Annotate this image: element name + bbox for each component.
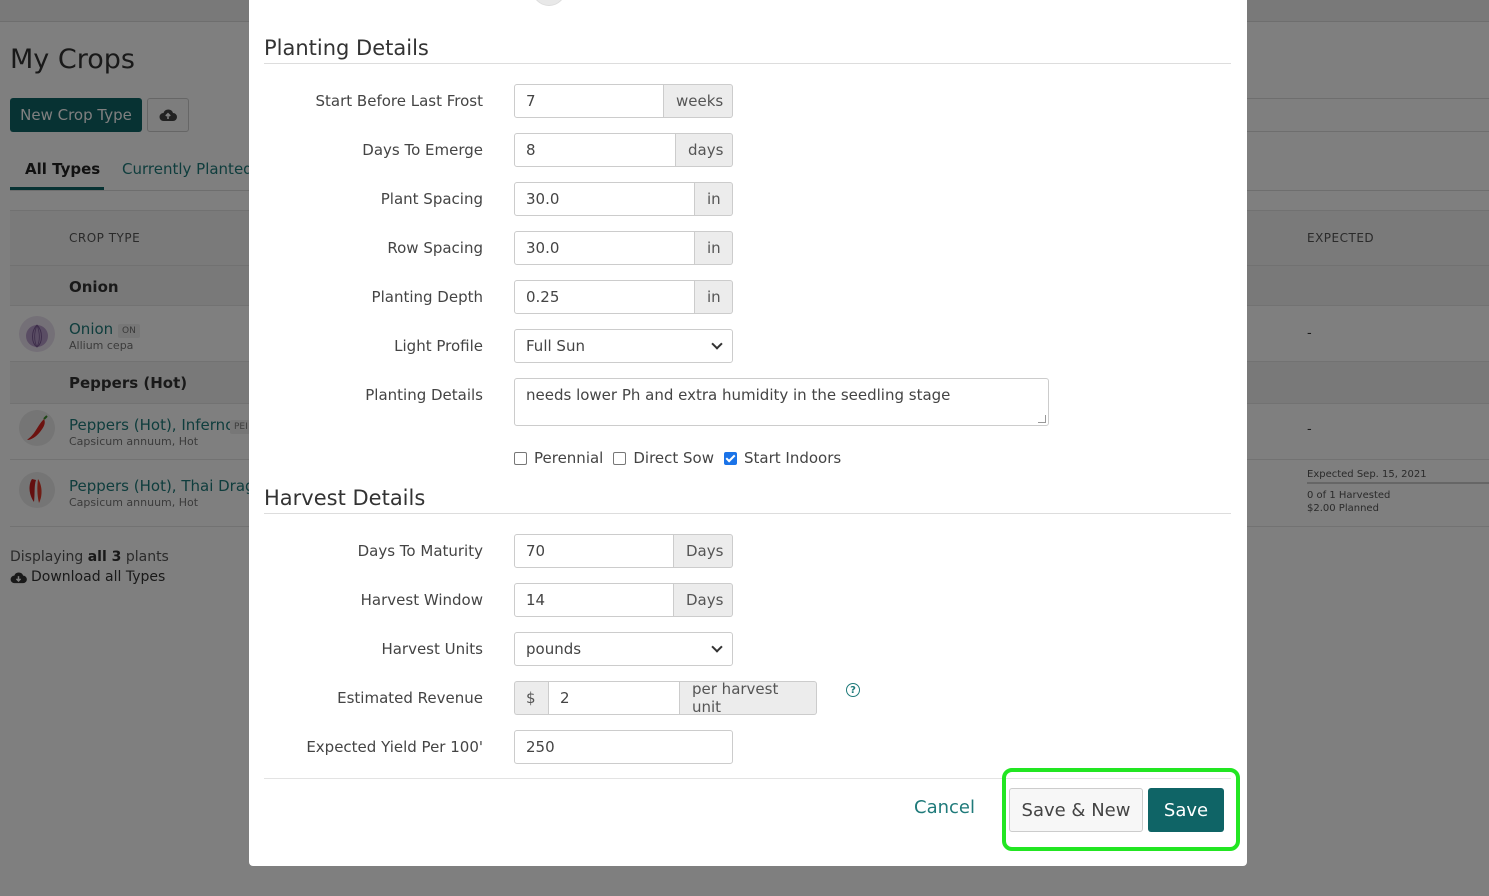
per-harvest-unit-addon: per harvest unit — [680, 680, 817, 716]
inches-addon: in — [695, 280, 733, 314]
expected-yield-input[interactable]: 250 — [514, 730, 733, 764]
resize-handle[interactable] — [1038, 415, 1046, 423]
plant-spacing-label: Plant Spacing — [380, 190, 483, 208]
perennial-option[interactable]: Perennial — [514, 449, 603, 467]
planting-details-heading: Planting Details — [264, 36, 429, 60]
days-to-emerge-input[interactable]: 8 — [514, 133, 676, 167]
planting-details-text: needs lower Ph and extra humidity in the… — [526, 386, 951, 404]
direct-sow-label: Direct Sow — [633, 449, 715, 467]
start-before-frost-label: Start Before Last Frost — [315, 92, 483, 110]
start-indoors-label: Start Indoors — [744, 449, 842, 467]
cancel-button[interactable]: Cancel — [914, 797, 975, 818]
chevron-down-icon — [711, 641, 723, 653]
expected-yield-label: Expected Yield Per 100' — [306, 738, 483, 756]
row-spacing-group: 30.0 in — [514, 231, 733, 265]
row-spacing-label: Row Spacing — [387, 239, 483, 257]
row-spacing-input[interactable]: 30.0 — [514, 231, 695, 265]
section-divider — [264, 513, 1231, 514]
start-before-frost-input[interactable]: 7 — [514, 84, 664, 118]
dollar-addon: $ — [514, 681, 548, 715]
harvest-window-label: Harvest Window — [360, 591, 483, 609]
start-indoors-option[interactable]: Start Indoors — [724, 449, 841, 467]
section-divider — [264, 63, 1231, 64]
planting-depth-group: 0.25 in — [514, 280, 733, 314]
direct-sow-checkbox[interactable] — [613, 451, 627, 465]
harvest-window-input[interactable]: 14 — [514, 583, 674, 617]
harvest-units-select[interactable]: pounds — [514, 632, 733, 666]
harvest-units-label: Harvest Units — [381, 640, 483, 658]
direct-sow-option[interactable]: Direct Sow — [613, 449, 714, 467]
days-addon: Days — [674, 583, 733, 617]
days-to-maturity-group: 70 Days — [514, 534, 733, 568]
days-to-maturity-input[interactable]: 70 — [514, 534, 674, 568]
days-to-emerge-label: Days To Emerge — [362, 141, 483, 159]
estimated-revenue-group: $ 2 per harvest unit — [514, 680, 817, 716]
light-profile-select[interactable]: Full Sun — [514, 329, 733, 363]
highlight-box — [1002, 768, 1240, 851]
planting-options: Perennial Direct Sow Start Indoors — [514, 449, 851, 467]
days-addon: Days — [674, 534, 733, 568]
help-circle-icon[interactable]: ? — [846, 683, 860, 697]
days-to-emerge-group: 8 days — [514, 133, 733, 167]
estimated-revenue-label: Estimated Revenue — [337, 689, 483, 707]
light-profile-value: Full Sun — [526, 337, 585, 355]
estimated-revenue-input[interactable]: 2 — [548, 681, 680, 715]
planting-depth-label: Planting Depth — [371, 288, 483, 306]
inches-addon: in — [695, 182, 733, 216]
start-indoors-checkbox[interactable] — [724, 451, 738, 465]
days-to-maturity-label: Days To Maturity — [357, 542, 483, 560]
planting-depth-input[interactable]: 0.25 — [514, 280, 695, 314]
harvest-units-value: pounds — [526, 640, 582, 658]
perennial-label: Perennial — [534, 449, 604, 467]
plant-spacing-group: 30.0 in — [514, 182, 733, 216]
chevron-down-icon — [711, 338, 723, 350]
harvest-window-group: 14 Days — [514, 583, 733, 617]
start-before-frost-group: 7 weeks — [514, 84, 733, 118]
harvest-details-heading: Harvest Details — [264, 486, 426, 510]
planting-details-textarea[interactable]: needs lower Ph and extra humidity in the… — [514, 378, 1049, 426]
light-profile-label: Light Profile — [394, 337, 483, 355]
edit-crop-modal: Planting Details Start Before Last Frost… — [249, 0, 1247, 866]
inches-addon: in — [695, 231, 733, 265]
perennial-checkbox[interactable] — [514, 451, 527, 465]
days-addon: days — [676, 133, 733, 167]
planting-details-label: Planting Details — [365, 386, 483, 404]
weeks-addon: weeks — [664, 84, 733, 118]
crop-avatar — [532, 0, 566, 6]
plant-spacing-input[interactable]: 30.0 — [514, 182, 695, 216]
